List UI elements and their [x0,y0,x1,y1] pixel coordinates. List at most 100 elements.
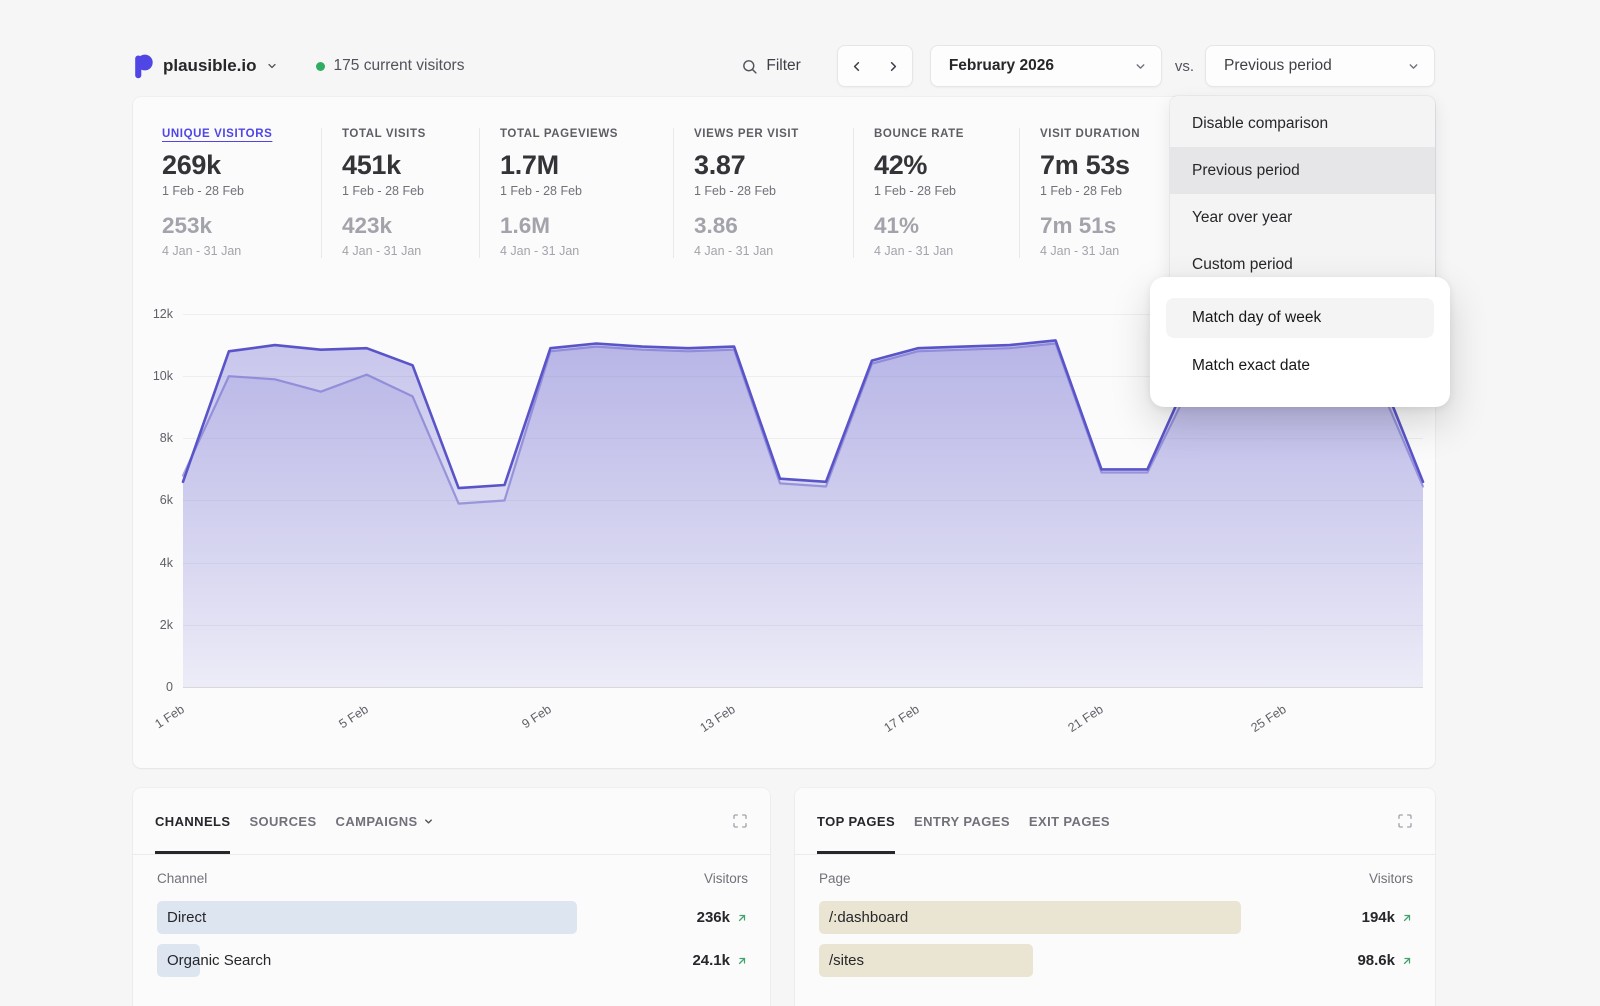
row-value: 236k [697,909,748,926]
row-visitors: 236k [697,909,730,926]
y-axis-label: 12k [153,307,173,321]
channels-tabs: CHANNELS SOURCES CAMPAIGNS [133,788,770,855]
tab-campaigns[interactable]: CAMPAIGNS [336,788,434,854]
tab-exit-pages[interactable]: EXIT PAGES [1029,788,1110,854]
metric-unique-visitors[interactable]: UNIQUE VISITORS 269k 1 Feb - 28 Feb 253k… [162,128,322,258]
date-range-label: February 2026 [949,57,1054,75]
row-label: Organic Search [157,952,271,969]
date-range-picker[interactable]: February 2026 [930,45,1162,87]
metric-value: 269k [162,151,301,179]
row-label: Direct [157,909,206,926]
metric-value: 7m 53s [1040,151,1140,179]
metric-total-pageviews[interactable]: TOTAL PAGEVIEWS 1.7M 1 Feb - 28 Feb 1.6M… [480,128,674,258]
topbar: plausible.io 175 current visitors Filter… [133,45,1435,87]
bottom-panels: CHANNELS SOURCES CAMPAIGNS Channel Visit… [133,788,1435,1006]
metric-value: 1.7M [500,151,653,179]
metric-prev-value: 423k [342,214,459,238]
metric-range: 1 Feb - 28 Feb [162,184,301,198]
tab-label: CHANNELS [155,814,230,829]
prev-period-button[interactable] [838,46,875,86]
x-axis-label: 5 Feb [336,702,370,731]
metric-prev-value: 253k [162,214,301,238]
channels-table: Direct 236k Organic Search 24.1k [133,896,770,982]
expand-button[interactable] [732,788,748,854]
site-selector[interactable]: plausible.io [133,53,278,79]
column-visitors: Visitors [704,871,748,886]
menu-item-match-exact-date[interactable]: Match exact date [1166,346,1434,386]
menu-item-year-over-year[interactable]: Year over year [1170,194,1435,241]
metric-prev-range: 4 Jan - 31 Jan [342,244,459,258]
tab-label: ENTRY PAGES [914,814,1010,829]
expand-button[interactable] [1397,788,1413,854]
chevron-left-icon [849,59,864,74]
tab-channels[interactable]: CHANNELS [155,788,230,854]
metric-prev-value: 1.6M [500,214,653,238]
x-axis-label: 21 Feb [1065,702,1105,735]
comparison-dropdown-menu: Disable comparison Previous period Year … [1170,96,1435,292]
filter-button[interactable]: Filter [741,57,800,75]
arrow-up-right-icon [1401,955,1413,967]
current-visitors[interactable]: 175 current visitors [316,57,465,75]
y-axis-label: 10k [153,369,173,383]
menu-item-previous-period[interactable]: Previous period [1170,147,1435,194]
filter-label: Filter [766,57,800,75]
table-header: Channel Visitors [133,855,770,896]
column-visitors: Visitors [1369,871,1413,886]
metric-label: UNIQUE VISITORS [162,128,301,140]
next-period-button[interactable] [875,46,912,86]
menu-item-match-day-of-week[interactable]: Match day of week [1166,298,1434,338]
channels-card: CHANNELS SOURCES CAMPAIGNS Channel Visit… [133,788,770,1006]
x-axis-label: 17 Feb [881,702,921,735]
metric-prev-range: 4 Jan - 31 Jan [694,244,833,258]
table-header: Page Visitors [795,855,1435,896]
arrow-up-right-icon [1401,912,1413,924]
metric-visit-duration[interactable]: VISIT DURATION 7m 53s 1 Feb - 28 Feb 7m … [1020,128,1160,258]
tab-label: SOURCES [249,814,316,829]
tab-entry-pages[interactable]: ENTRY PAGES [914,788,1010,854]
tab-label: EXIT PAGES [1029,814,1110,829]
fullscreen-icon [1397,813,1413,829]
metric-value: 451k [342,151,459,179]
search-icon [741,58,758,75]
row-value: 194k [1362,909,1413,926]
pages-card: TOP PAGES ENTRY PAGES EXIT PAGES Page Vi… [795,788,1435,1006]
y-axis-label: 4k [160,556,173,570]
row-visitors: 98.6k [1357,952,1395,969]
fullscreen-icon [732,813,748,829]
metric-range: 1 Feb - 28 Feb [874,184,999,198]
metric-label: VISIT DURATION [1040,128,1140,140]
chevron-down-icon [423,816,434,827]
table-row[interactable]: /:dashboard 194k [819,896,1413,939]
tab-sources[interactable]: SOURCES [249,788,316,854]
metric-prev-value: 41% [874,214,999,238]
comparison-picker[interactable]: Previous period [1205,45,1435,87]
x-axis-label: 9 Feb [520,702,554,731]
metric-range: 1 Feb - 28 Feb [500,184,653,198]
chevron-down-icon [266,60,278,72]
table-row[interactable]: /sites 98.6k [819,939,1413,982]
table-row[interactable]: Direct 236k [157,896,748,939]
site-name: plausible.io [163,56,257,76]
chevron-right-icon [886,59,901,74]
comparison-label: Previous period [1224,57,1332,75]
menu-item-disable-comparison[interactable]: Disable comparison [1170,100,1435,147]
metric-views-per-visit[interactable]: VIEWS PER VISIT 3.87 1 Feb - 28 Feb 3.86… [674,128,854,258]
chevron-down-icon [1134,60,1147,73]
metric-value: 3.87 [694,151,833,179]
table-row[interactable]: Organic Search 24.1k [157,939,748,982]
metric-prev-range: 4 Jan - 31 Jan [162,244,301,258]
metric-label: BOUNCE RATE [874,128,999,140]
row-visitors: 194k [1362,909,1395,926]
column-channel: Channel [157,871,207,886]
tab-top-pages[interactable]: TOP PAGES [817,788,895,854]
arrow-up-right-icon [736,912,748,924]
metric-prev-range: 4 Jan - 31 Jan [1040,244,1140,258]
row-value: 98.6k [1357,952,1413,969]
x-axis-label: 1 Feb [152,702,186,731]
metric-label: TOTAL PAGEVIEWS [500,128,653,140]
x-axis-labels: 1 Feb5 Feb9 Feb13 Feb17 Feb21 Feb25 Feb [183,687,1423,737]
metric-bounce-rate[interactable]: BOUNCE RATE 42% 1 Feb - 28 Feb 41% 4 Jan… [854,128,1020,258]
y-axis-label: 2k [160,618,173,632]
metric-total-visits[interactable]: TOTAL VISITS 451k 1 Feb - 28 Feb 423k 4 … [322,128,480,258]
online-dot-icon [316,62,325,71]
